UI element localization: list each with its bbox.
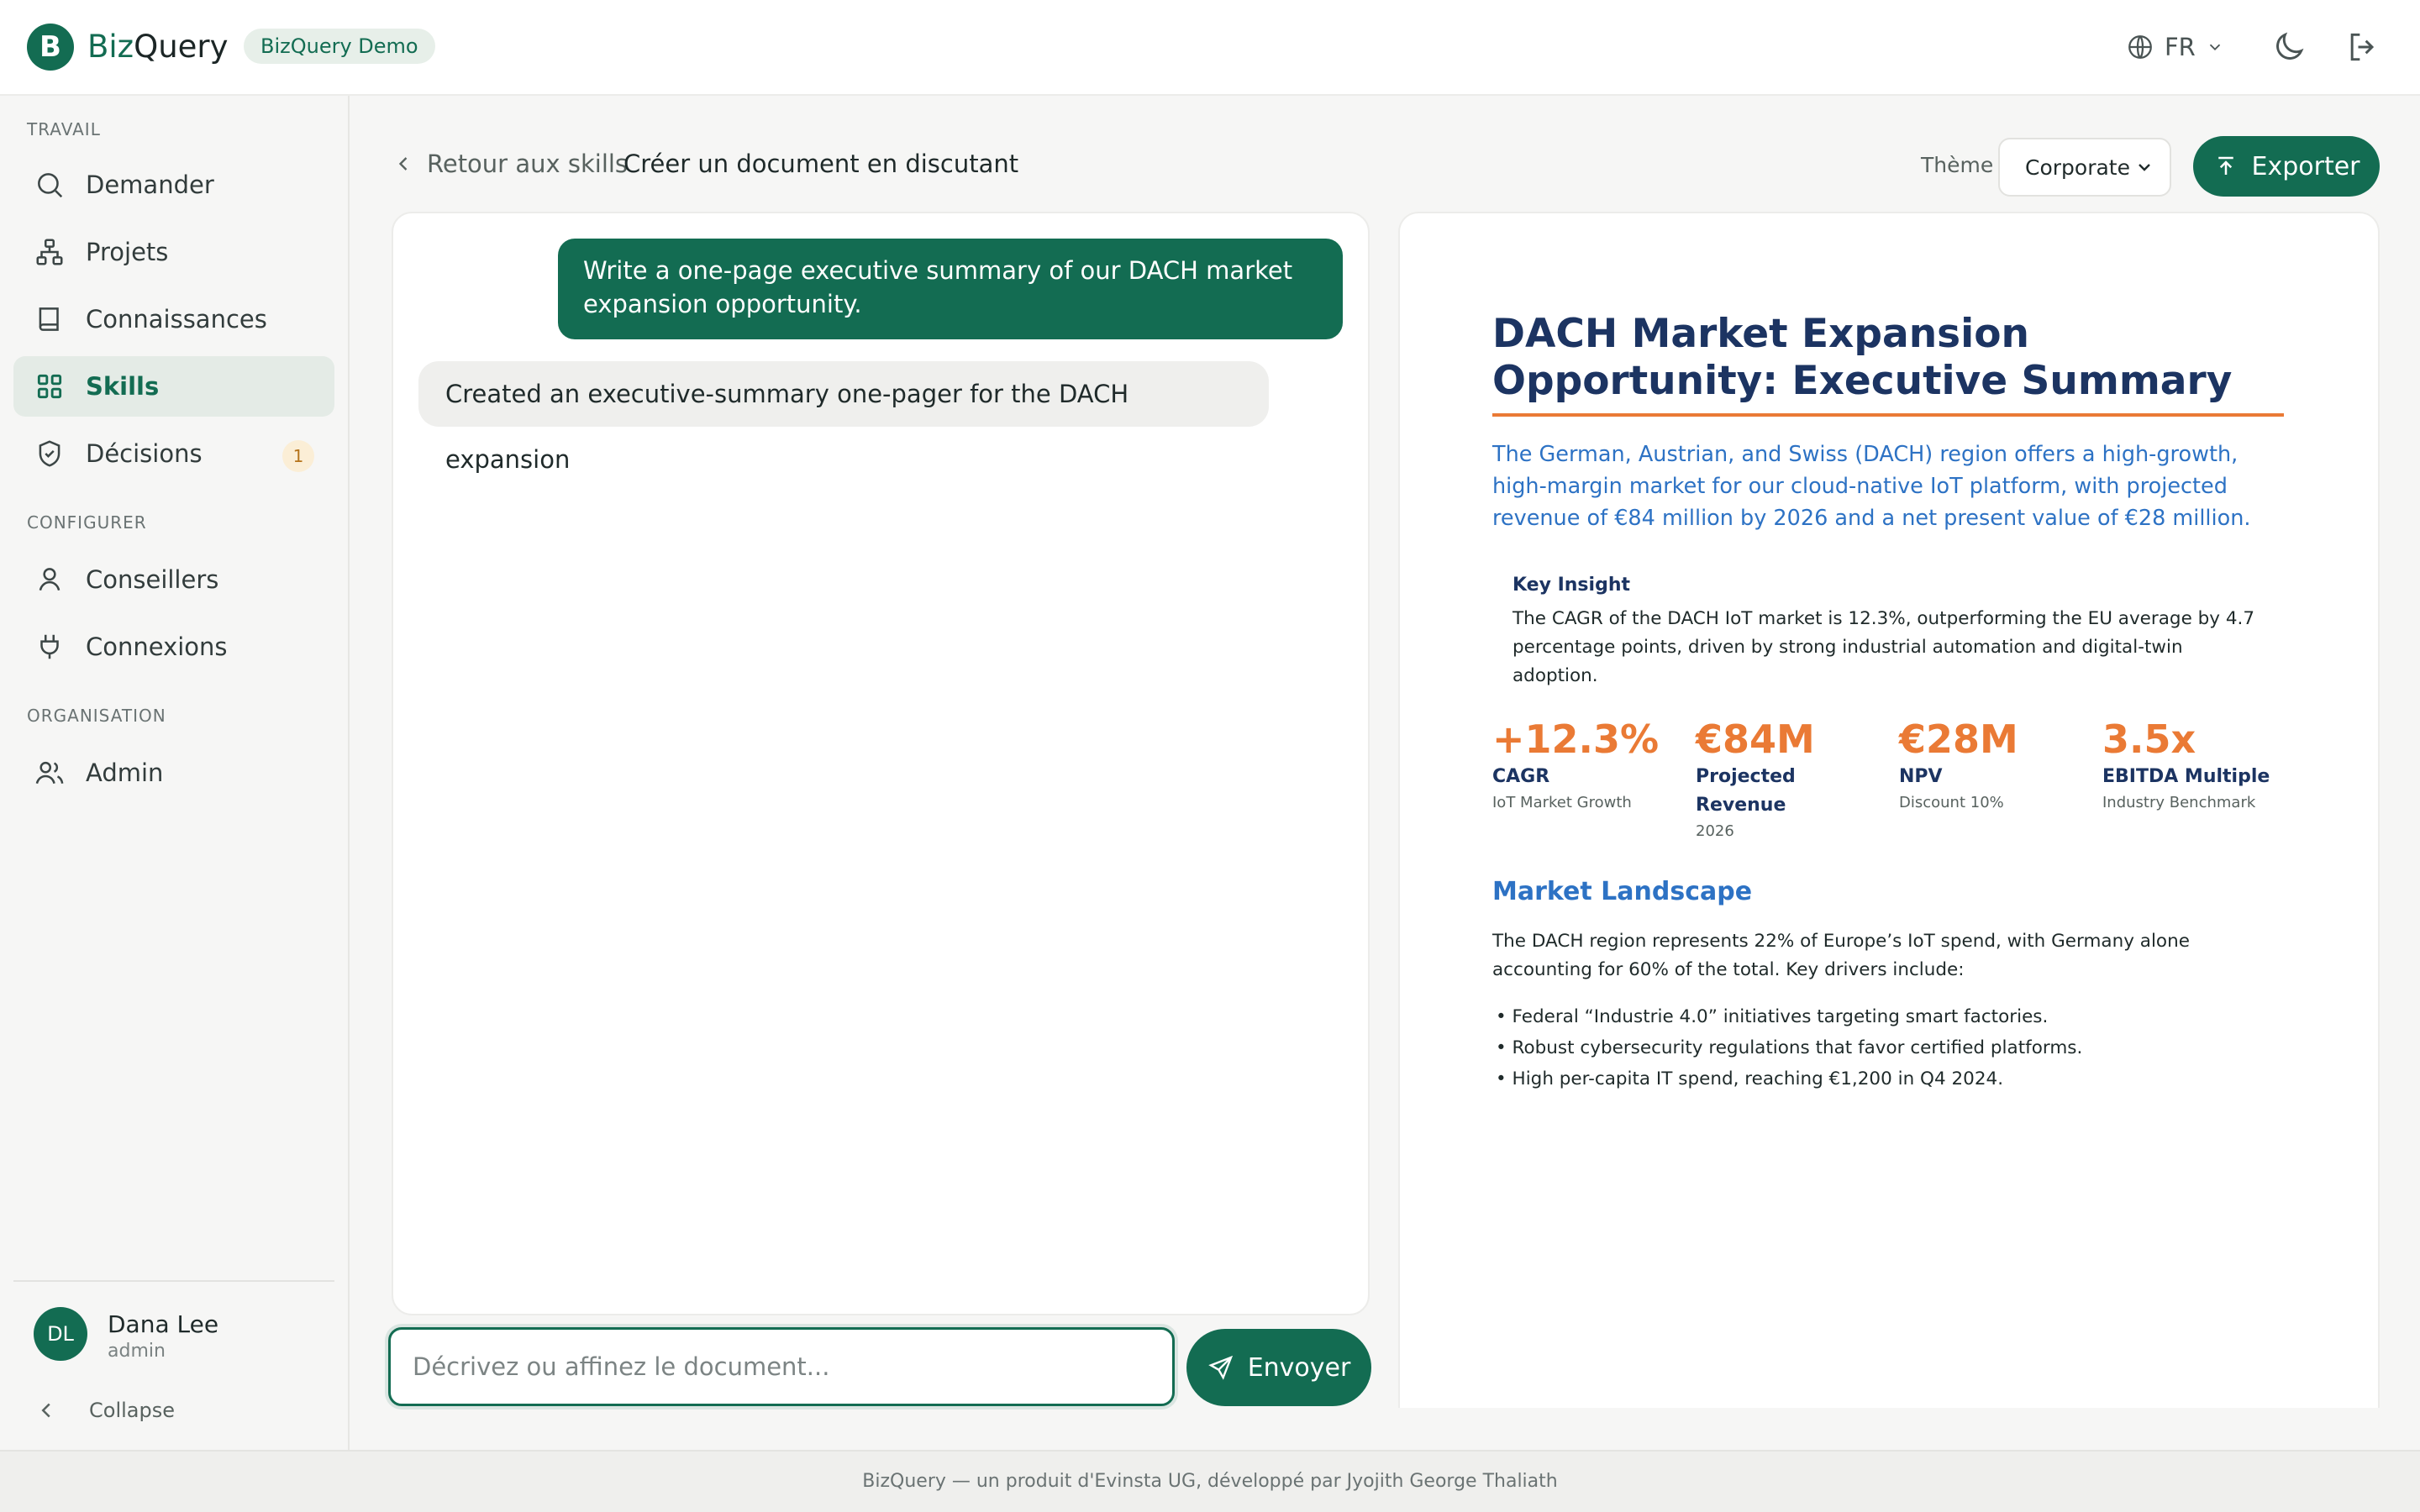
- sidebar-item-connaissances[interactable]: Connaissances: [13, 289, 334, 349]
- grid-icon: [37, 374, 62, 399]
- sidebar-item-projets[interactable]: Projets: [13, 222, 334, 282]
- search-icon: [38, 173, 63, 198]
- kpi-card: €28M NPV Discount 10%: [1899, 716, 2092, 815]
- title-rule: [1492, 413, 2284, 417]
- user-role: admin: [108, 1341, 166, 1362]
- sidebar-item-label: Admin: [86, 759, 164, 787]
- plug-icon: [40, 634, 59, 659]
- kpi-sub: 2026: [1696, 822, 1734, 840]
- list-item: Federal “Industrie 4.0” initiatives targ…: [1496, 1001, 2252, 1032]
- top-bar: B BizQuery BizQuery Demo FR: [0, 0, 2420, 96]
- user-name: Dana Lee: [108, 1310, 219, 1338]
- kpi-value: +12.3%: [1492, 717, 1660, 762]
- globe-icon: [2128, 35, 2152, 59]
- document-title: DACH Market Expansion Opportunity: Execu…: [1492, 311, 2233, 404]
- theme-select[interactable]: Corporate: [1998, 138, 2171, 197]
- section-label-configurer: CONFIGURER: [27, 512, 147, 533]
- driver-list: Federal “Industrie 4.0” initiatives targ…: [1496, 1001, 2252, 1095]
- theme-value: Corporate: [2025, 155, 2130, 180]
- kpi-label: NPV: [1899, 766, 1943, 787]
- kpi-label: Projected Revenue: [1696, 766, 1796, 816]
- key-insight-text: The CAGR of the DACH IoT market is 12.3%…: [1512, 608, 2255, 686]
- sidebar-item-demander[interactable]: Demander: [13, 155, 334, 215]
- list-item: High per-capita IT spend, reaching €1,20…: [1496, 1063, 2252, 1095]
- page-title: Créer un document en discutant: [623, 150, 1019, 178]
- chevron-down-icon: [2209, 44, 2220, 51]
- kpi-sub: Discount 10%: [1899, 794, 2004, 811]
- export-button[interactable]: Exporter: [2193, 136, 2380, 197]
- sidebar-item-label: Projets: [86, 238, 169, 266]
- section-label-organisation: ORGANISATION: [27, 706, 166, 726]
- app-name[interactable]: BizQuery: [87, 27, 229, 67]
- sidebar-item-label: Décisions: [86, 439, 203, 468]
- sidebar-item-label: Connaissances: [86, 305, 267, 333]
- kpi-sub: IoT Market Growth: [1492, 794, 1632, 811]
- language-label: FR: [2165, 33, 2196, 61]
- kpi-value: €84M: [1696, 717, 1815, 762]
- logo-badge[interactable]: B: [27, 24, 74, 71]
- user-icon: [39, 568, 60, 591]
- logout-button[interactable]: [2344, 29, 2381, 66]
- section-label-travail: TRAVAIL: [27, 119, 101, 139]
- hierarchy-icon: [36, 239, 63, 265]
- avatar[interactable]: DL: [34, 1307, 87, 1361]
- book-icon: [39, 307, 59, 331]
- sidebar-item-conseillers[interactable]: Conseillers: [13, 549, 334, 610]
- upload-icon: [2217, 156, 2233, 175]
- app-name-prefix: Biz: [87, 29, 134, 65]
- decisions-count-badge: 1: [282, 440, 314, 472]
- theme-label: Thème: [1921, 153, 1994, 177]
- kpi-value: 3.5x: [2102, 717, 2196, 762]
- kpi-value: €28M: [1899, 717, 2018, 762]
- collapse-label: Collapse: [89, 1399, 175, 1422]
- collapse-sidebar-button[interactable]: Collapse: [34, 1398, 175, 1423]
- section-paragraph: The DACH region represents 22% of Europe…: [1492, 931, 2190, 980]
- language-selector[interactable]: FR: [2126, 29, 2224, 66]
- sidebar: TRAVAIL Demander Projets Connaissances S…: [0, 96, 350, 1450]
- sidebar-item-label: Skills: [86, 372, 160, 401]
- sidebar-item-connexions[interactable]: Connexions: [13, 617, 334, 677]
- back-label: Retour aux skills: [427, 150, 629, 178]
- send-label: Envoyer: [1247, 1352, 1351, 1383]
- kpi-card: €84M Projected Revenue 2026: [1696, 716, 1855, 843]
- sidebar-item-decisions[interactable]: Décisions 1: [13, 423, 334, 484]
- export-label: Exporter: [2251, 151, 2360, 181]
- sidebar-item-label: Demander: [86, 171, 214, 199]
- moon-icon: [2276, 32, 2304, 60]
- section-heading: Market Landscape: [1492, 877, 1753, 906]
- kpi-label: EBITDA Multiple: [2102, 766, 2270, 787]
- sidebar-item-skills[interactable]: Skills: [13, 356, 334, 417]
- app-name-suffix: Query: [134, 29, 229, 65]
- back-to-skills-link[interactable]: Retour aux skills: [392, 150, 628, 178]
- kpi-card: 3.5x EBITDA Multiple Industry Benchmark: [2102, 716, 2296, 815]
- dark-mode-toggle[interactable]: [2270, 29, 2307, 66]
- shield-check-icon: [39, 440, 60, 467]
- chevron-down-icon: [2139, 164, 2150, 171]
- kpi-card: +12.3% CAGR IoT Market Growth: [1492, 716, 1686, 815]
- document-prompt-input[interactable]: [388, 1327, 1175, 1406]
- logout-icon: [2350, 33, 2375, 61]
- list-item: Robust cybersecurity regulations that fa…: [1496, 1032, 2252, 1063]
- send-icon: [1207, 1355, 1233, 1380]
- assistant-message: Created an executive-summary one-pager f…: [418, 361, 1269, 474]
- chevron-left-icon: [398, 157, 408, 171]
- users-icon: [35, 761, 64, 785]
- footer: BizQuery — un produit d'Evinsta UG, déve…: [0, 1450, 2420, 1512]
- kpi-sub: Industry Benchmark: [2102, 794, 2256, 811]
- sidebar-item-admin[interactable]: Admin: [13, 743, 334, 803]
- workspace-badge: BizQuery Demo: [244, 29, 435, 64]
- send-button[interactable]: Envoyer: [1186, 1329, 1371, 1406]
- sidebar-item-label: Conseillers: [86, 565, 219, 594]
- chevron-left-icon: [41, 1403, 50, 1418]
- key-insight-title: Key Insight: [1512, 575, 1630, 596]
- user-message: Write a one-page executive summary of ou…: [558, 239, 1343, 339]
- sidebar-item-label: Connexions: [86, 633, 228, 661]
- document-lead: The German, Austrian, and Swiss (DACH) r…: [1492, 442, 2251, 531]
- kpi-label: CAGR: [1492, 766, 1550, 787]
- sidebar-divider: [13, 1280, 334, 1282]
